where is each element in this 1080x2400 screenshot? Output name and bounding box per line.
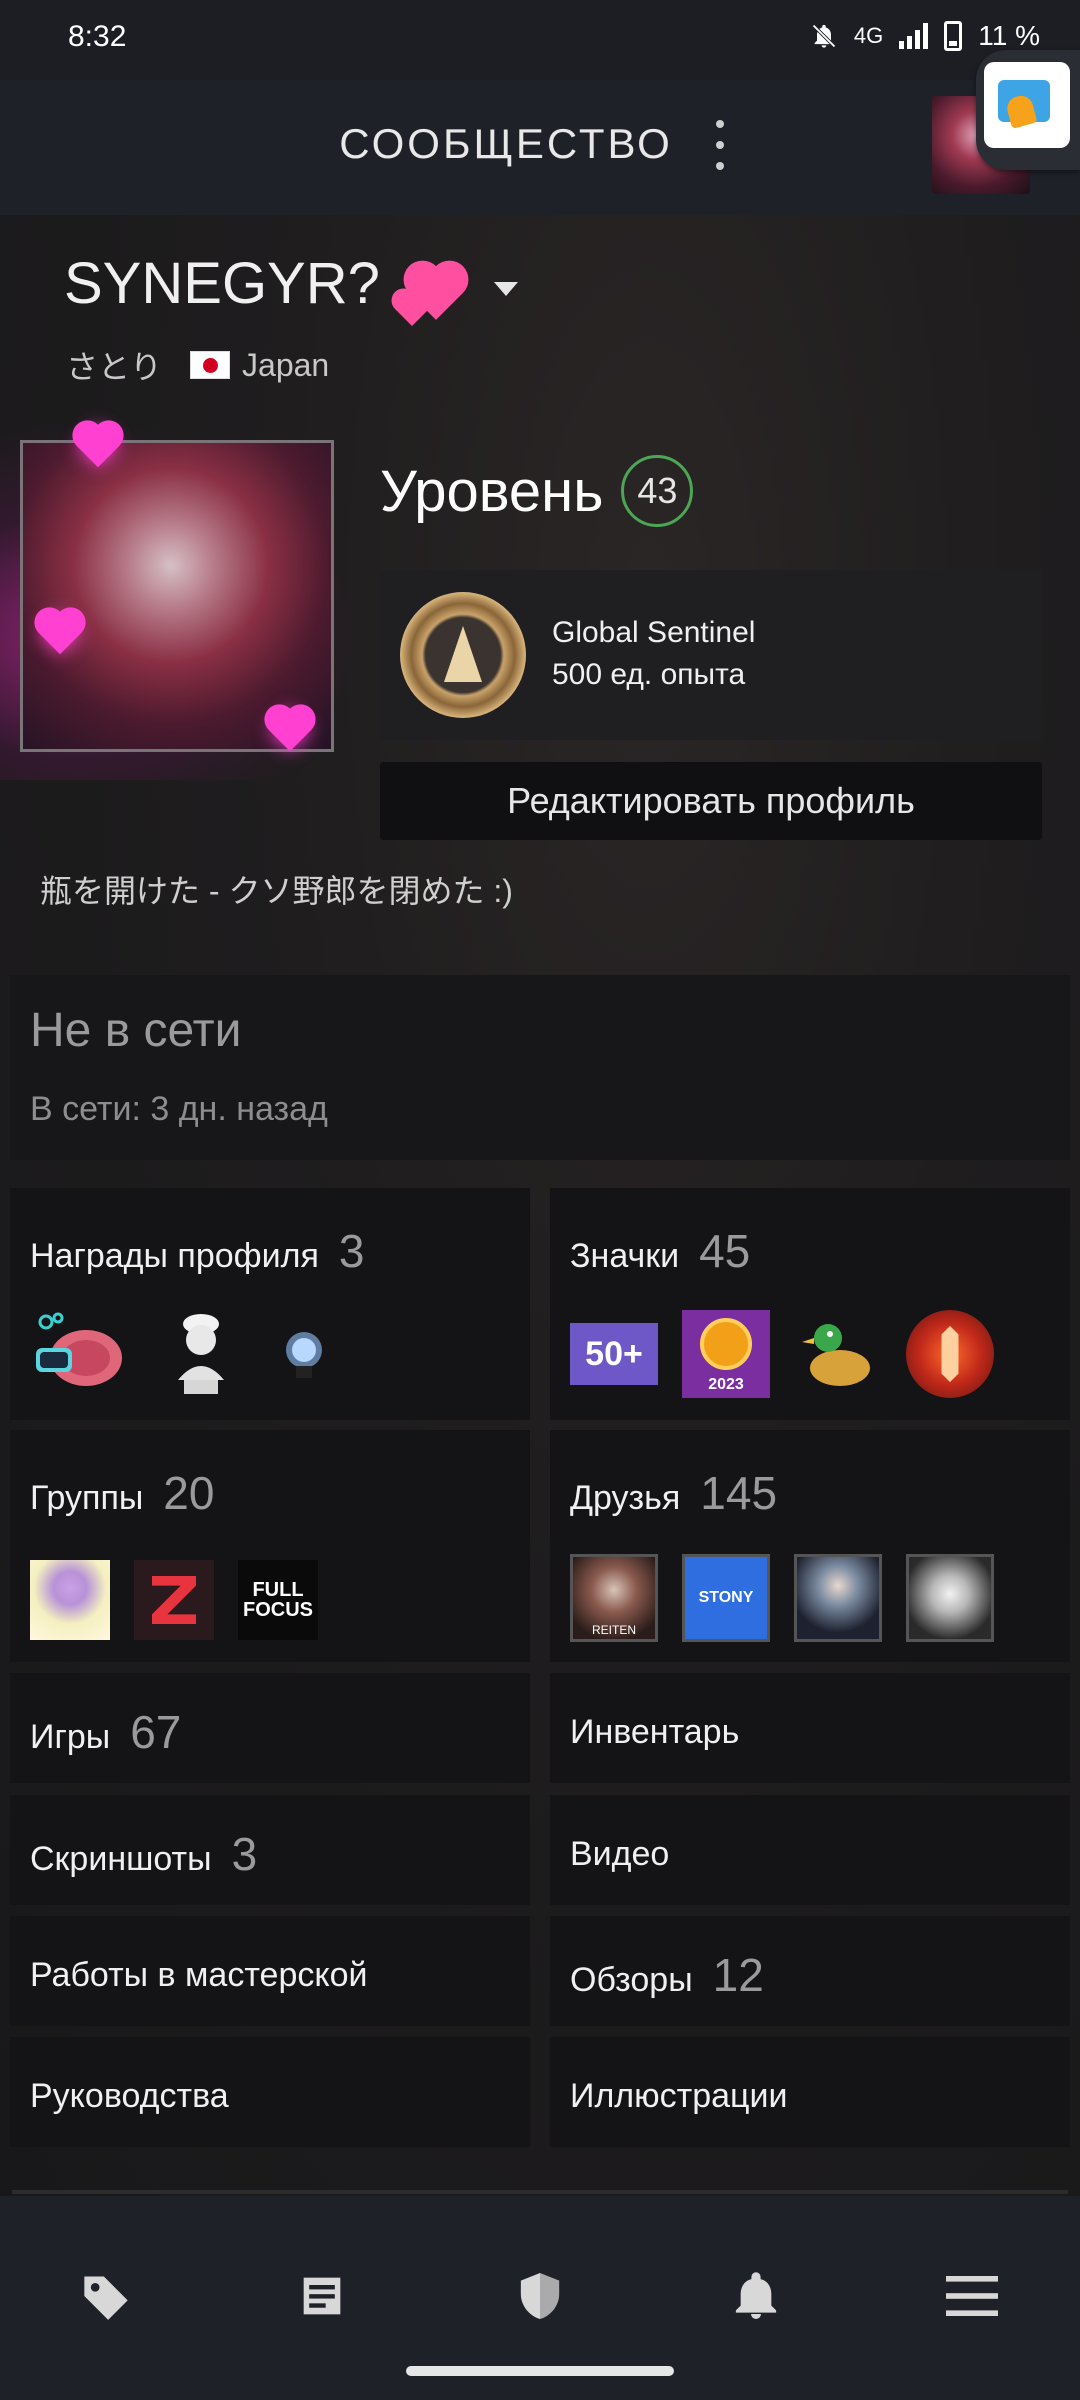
friend-avatar[interactable] (906, 1554, 994, 1642)
groups-card[interactable]: Группы 20 FULL FOCUS (10, 1430, 530, 1662)
card-label: Игры (30, 1718, 111, 1756)
frame-heart-icon (38, 611, 82, 655)
friend-avatar[interactable] (794, 1554, 882, 1642)
card-label: Друзья (570, 1479, 681, 1517)
profile-name-row[interactable]: SYNEGYR? (64, 250, 518, 326)
shield-icon[interactable] (510, 2266, 570, 2326)
workshop-card[interactable]: Работы в мастерской (10, 1916, 530, 2026)
two-hearts-emoji-icon (394, 255, 463, 326)
level-badge: 43 (621, 455, 694, 527)
profile-name: SYNEGYR? (64, 251, 380, 316)
card-label: Награды профиля (30, 1237, 319, 1275)
card-count: 20 (163, 1467, 215, 1519)
last-online: В сети: 3 дн. назад (30, 1090, 328, 1128)
card-count: 12 (712, 1949, 764, 2001)
card-label: Инвентарь (570, 1713, 740, 1751)
frame-heart-icon (76, 424, 120, 468)
screenshots-card[interactable]: Скриншоты 3 (10, 1795, 530, 1905)
videos-card[interactable]: Видео (550, 1795, 1070, 1905)
card-label: Видео (570, 1835, 670, 1873)
battery-percent: 11 % (978, 20, 1040, 51)
real-name: さとり (66, 349, 163, 385)
games-card[interactable]: Игры 67 (10, 1673, 530, 1783)
profile-subinfo: さとり Japan (66, 342, 329, 388)
online-status-card: Не в сети В сети: 3 дн. назад (10, 975, 1070, 1160)
card-count: 3 (338, 1225, 365, 1277)
level-label: Уровень (380, 458, 604, 524)
status-bar: 8:32 4G 11 % (0, 0, 1080, 80)
app-header: СООБЩЕСТВО (0, 80, 1080, 215)
card-label: Руководства (30, 2077, 229, 2115)
bell-icon[interactable] (726, 2266, 786, 2326)
profile-summary: 瓶を開けた - クソ野郎を閉めた :) (40, 873, 513, 909)
artwork-card[interactable]: Иллюстрации (550, 2037, 1070, 2147)
steam-2023-badge-icon: 2023 (682, 1310, 770, 1398)
friend-avatar[interactable]: STONY (682, 1554, 770, 1642)
inventory-card[interactable]: Инвентарь (550, 1673, 1070, 1783)
profile-awards-card[interactable]: Награды профиля 3 (10, 1188, 530, 1420)
profile-avatar[interactable] (20, 424, 334, 752)
badge-year: 2023 (708, 1376, 744, 1393)
card-label: Скриншоты (30, 1840, 212, 1878)
news-icon[interactable] (292, 2266, 352, 2326)
guides-card[interactable]: Руководства (10, 2037, 530, 2147)
menu-icon[interactable] (942, 2266, 1002, 2326)
network-type: 4G (853, 23, 884, 48)
more-options-icon[interactable] (710, 120, 730, 170)
status-title: Не в сети (30, 1004, 242, 1057)
reviews-card[interactable]: Обзоры 12 (550, 1916, 1070, 2026)
floating-assistant-button[interactable] (976, 50, 1080, 170)
crystal-ball-award-icon (286, 1332, 322, 1378)
dota-badge-icon (906, 1310, 994, 1398)
group-avatar[interactable] (134, 1560, 214, 1640)
badge-xp: 500 ед. опыта (552, 658, 746, 691)
badges-card[interactable]: Значки 45 50+ 2023 (550, 1188, 1070, 1420)
country-name: Japan (242, 346, 330, 383)
card-label: Группы (30, 1479, 144, 1517)
frame-heart-icon (268, 708, 312, 752)
group-avatar[interactable]: FULL FOCUS (238, 1560, 318, 1640)
card-count: 45 (699, 1225, 751, 1277)
card-label: Работы в мастерской (30, 1956, 368, 1994)
status-icons: 4G 11 % (810, 20, 1040, 52)
friend-avatar[interactable]: REITEN (570, 1554, 658, 1642)
assistant-app-icon (984, 62, 1070, 148)
card-count: 3 (231, 1828, 258, 1880)
featured-badge[interactable]: Global Sentinel 500 ед. опыта (380, 570, 1042, 740)
chevron-down-icon[interactable] (493, 281, 518, 296)
home-indicator[interactable] (406, 2366, 674, 2376)
notifications-off-icon (812, 24, 836, 48)
nav-divider (12, 2190, 1068, 2194)
signal-icon (899, 23, 929, 49)
status-time: 8:32 (68, 20, 127, 53)
friends-card[interactable]: Друзья 145 REITEN STONY (550, 1430, 1070, 1662)
global-sentinel-badge-icon (400, 592, 526, 718)
card-count: 67 (130, 1706, 182, 1758)
edit-profile-button[interactable]: Редактировать профиль (380, 762, 1042, 840)
japan-flag-icon (190, 351, 231, 379)
brain-vr-award-icon (36, 1312, 122, 1386)
card-label: Обзоры (570, 1961, 693, 1999)
battery-icon (944, 21, 963, 51)
card-label: Значки (570, 1237, 680, 1275)
level-row[interactable]: Уровень 43 (380, 455, 694, 527)
card-count: 145 (700, 1467, 778, 1519)
header-title: СООБЩЕСТВО (339, 120, 673, 167)
store-tag-icon[interactable] (76, 2266, 136, 2326)
50-plus-badge-icon: 50+ (570, 1323, 658, 1385)
bust-statue-award-icon (178, 1314, 224, 1394)
badge-name: Global Sentinel (552, 616, 756, 649)
duck-badge-icon (802, 1324, 870, 1386)
friend-avatar-text: REITEN (591, 1623, 636, 1637)
card-label: Иллюстрации (570, 2077, 788, 2115)
country: Japan (190, 347, 329, 384)
group-avatar[interactable] (30, 1560, 110, 1640)
